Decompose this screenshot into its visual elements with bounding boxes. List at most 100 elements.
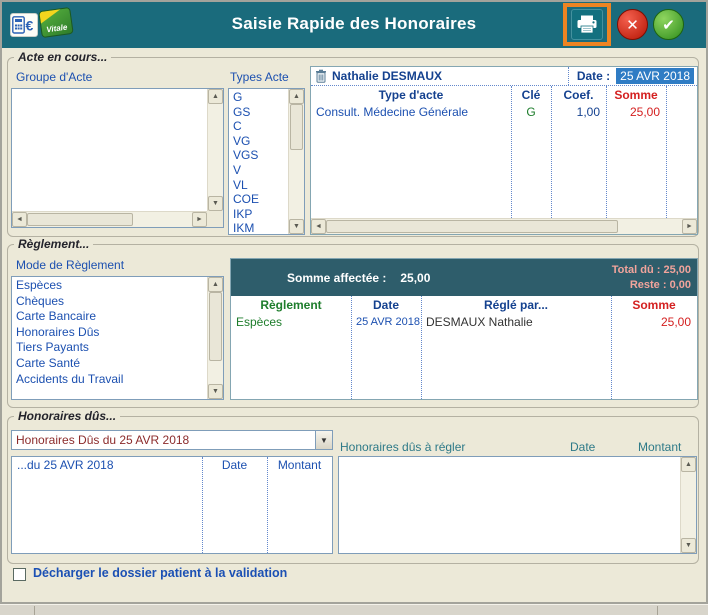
honoraires-a-regler-listbox[interactable]: ▲ ▼ (338, 456, 697, 554)
check-icon: ✔ (662, 16, 675, 34)
groupe-acte-listbox[interactable]: ▲ ▼ ◄ ► (11, 88, 224, 228)
honoraires-left-header: ...du 25 AVR 2018 Date Montant (12, 457, 332, 473)
dropdown-button[interactable]: ▼ (315, 431, 332, 449)
horizontal-scrollbar[interactable]: ◄ ► (311, 218, 697, 234)
vitale-label: Vitale (41, 22, 72, 35)
scroll-up-button[interactable]: ▲ (208, 277, 223, 292)
reglement-detail-panel: Somme affectée : 25,00 Total dû : 25,00 … (230, 258, 698, 400)
dialog-window: Saisie Rapide des Honoraires € Vitale (0, 0, 708, 604)
chevron-down-icon: ▼ (320, 436, 328, 445)
unload-patient-checkbox[interactable] (13, 568, 26, 581)
scroll-thumb[interactable] (27, 213, 133, 226)
scroll-down-button[interactable]: ▼ (208, 196, 223, 211)
cell-type-acte: Consult. Médecine Générale (311, 105, 511, 119)
scroll-track[interactable] (208, 292, 223, 384)
close-icon: ✕ (626, 16, 639, 34)
calculator-glyph: € (12, 16, 36, 34)
types-acte-option[interactable]: V (233, 163, 288, 178)
cancel-button[interactable]: ✕ (617, 9, 648, 40)
types-acte-option[interactable]: C (233, 119, 288, 134)
acte-table: Type d'acte Clé Coef. Somme Consult. Méd… (311, 86, 697, 218)
section-reglement-label: Règlement... (14, 237, 93, 251)
types-acte-option[interactable]: VGS (233, 148, 288, 163)
scroll-down-button[interactable]: ▼ (681, 538, 696, 553)
scroll-up-button[interactable]: ▲ (681, 457, 696, 472)
honoraires-a-regler-list (339, 458, 680, 553)
scroll-track[interactable] (208, 104, 223, 196)
types-acte-option[interactable]: IKM (233, 221, 288, 234)
scroll-track[interactable] (326, 219, 682, 234)
col-header: Date (351, 298, 421, 312)
scroll-thumb[interactable] (209, 292, 222, 361)
selected-option: Honoraires Dûs du 25 AVR 2018 (12, 433, 315, 447)
scroll-track[interactable] (27, 212, 192, 227)
date-label: Date : (568, 67, 616, 85)
types-acte-option[interactable]: VG (233, 134, 288, 149)
types-acte-option[interactable]: IKP (233, 207, 288, 222)
mode-option[interactable]: Honoraires Dûs (16, 325, 207, 341)
mode-option[interactable]: Carte Santé (16, 356, 207, 372)
groupe-acte-list (12, 90, 207, 211)
scroll-down-button[interactable]: ▼ (289, 219, 304, 234)
mode-option[interactable]: Carte Bancaire (16, 309, 207, 325)
vitale-corner (38, 8, 64, 24)
scroll-left-button[interactable]: ◄ (311, 219, 326, 234)
vitale-card-icon[interactable]: Vitale (38, 7, 73, 38)
somme-affectee-label: Somme affectée : (287, 271, 386, 285)
delete-acte-icon[interactable] (315, 69, 327, 83)
honoraires-left-table[interactable]: ...du 25 AVR 2018 Date Montant (11, 456, 333, 554)
scroll-down-button[interactable]: ▼ (208, 384, 223, 399)
patient-name: Nathalie DESMAUX (332, 69, 442, 83)
mode-option[interactable]: Espèces (16, 278, 207, 294)
scroll-track[interactable] (681, 472, 696, 538)
cell-somme: 25,00 (606, 105, 666, 119)
reste: Reste : 0,00 (612, 278, 691, 293)
scroll-right-button[interactable]: ► (192, 212, 207, 227)
acte-detail-panel: Nathalie DESMAUX Date : 25 AVR 2018 Type… (310, 66, 698, 235)
section-honoraires-label: Honoraires dûs... (14, 409, 120, 423)
scroll-track[interactable] (289, 104, 304, 219)
types-acte-option[interactable]: VL (233, 178, 288, 193)
col-header: Règlement (231, 298, 351, 312)
mode-reglement-listbox[interactable]: Espèces Chèques Carte Bancaire Honoraire… (11, 276, 224, 400)
cell-regle-par: DESMAUX Nathalie (421, 315, 611, 329)
scroll-thumb[interactable] (290, 104, 303, 150)
col-header: Coef. (551, 88, 606, 102)
horizontal-scrollbar[interactable]: ◄ ► (12, 211, 207, 227)
taskbar-seam (657, 606, 658, 615)
scroll-right-button[interactable]: ► (682, 219, 697, 234)
scroll-up-button[interactable]: ▲ (208, 89, 223, 104)
honoraires-a-regler-label: Honoraires dûs à régler (340, 440, 570, 454)
svg-text:€: € (26, 18, 34, 34)
acte-table-header: Type d'acte Clé Coef. Somme (311, 86, 697, 103)
vertical-scrollbar[interactable]: ▲ ▼ (207, 277, 223, 399)
types-acte-option[interactable]: GS (233, 105, 288, 120)
col-header: Clé (511, 88, 551, 102)
reglement-table-row[interactable]: Espèces 25 AVR 2018 DESMAUX Nathalie 25,… (231, 313, 697, 330)
summary-bar: Somme affectée : 25,00 Total dû : 25,00 … (231, 259, 697, 296)
scroll-up-button[interactable]: ▲ (289, 89, 304, 104)
types-acte-list: G GS C VG VGS V VL COE IKP IKM (229, 90, 288, 234)
col-header: Somme (606, 88, 666, 102)
date-value[interactable]: 25 AVR 2018 (616, 68, 694, 84)
print-button[interactable] (571, 9, 603, 40)
types-acte-listbox[interactable]: G GS C VG VGS V VL COE IKP IKM ▲ ▼ (228, 88, 305, 235)
honoraires-dus-select[interactable]: Honoraires Dûs du 25 AVR 2018 ▼ (11, 430, 333, 450)
acte-table-row[interactable]: Consult. Médecine Générale G 1,00 25,00 (311, 103, 697, 120)
mode-option[interactable]: Accidents du Travail (16, 372, 207, 388)
col-header: Réglé par... (421, 298, 611, 312)
col-header: Somme (611, 298, 697, 312)
vertical-scrollbar[interactable]: ▲ ▼ (207, 89, 223, 211)
vertical-scrollbar[interactable]: ▲ ▼ (680, 457, 696, 553)
honoraires-right-headers: Honoraires dûs à régler Date Montant (340, 440, 696, 454)
mode-option[interactable]: Chèques (16, 294, 207, 310)
types-acte-option[interactable]: G (233, 90, 288, 105)
vertical-scrollbar[interactable]: ▲ ▼ (288, 89, 304, 234)
types-acte-option[interactable]: COE (233, 192, 288, 207)
scroll-thumb[interactable] (326, 220, 618, 233)
scroll-left-button[interactable]: ◄ (12, 212, 27, 227)
calculator-euro-icon[interactable]: € (10, 13, 38, 37)
validate-button[interactable]: ✔ (653, 9, 684, 40)
screen: Saisie Rapide des Honoraires € Vitale (0, 0, 708, 615)
mode-option[interactable]: Tiers Payants (16, 340, 207, 356)
